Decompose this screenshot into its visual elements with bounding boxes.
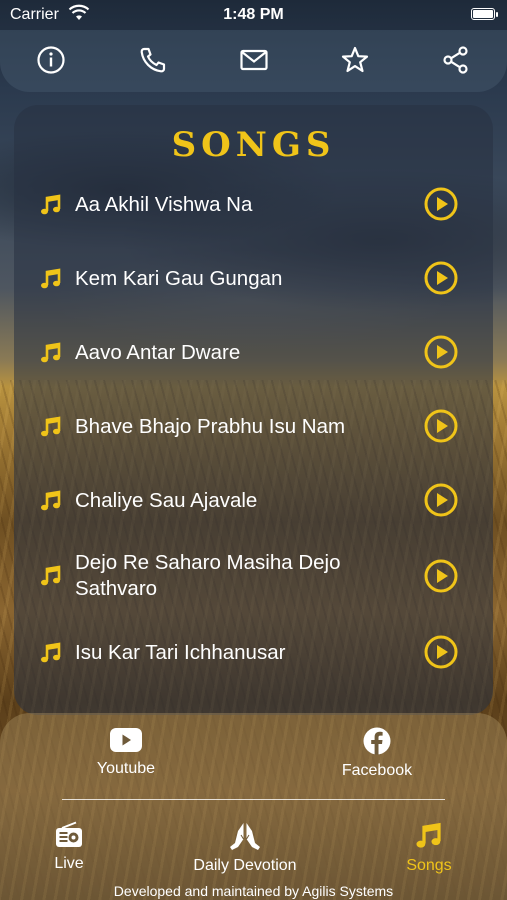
song-title: Aavo Antar Dware	[75, 341, 241, 364]
song-item[interactable]: Kem Kari Gau Gungan	[14, 249, 493, 309]
facebook-label: Facebook	[341, 762, 413, 779]
mail-icon[interactable]	[238, 44, 270, 76]
tab-label: Daily Devotion	[193, 857, 297, 874]
clock: 1:48 PM	[223, 6, 284, 23]
music-note-icon	[41, 268, 61, 289]
song-item[interactable]: Dejo Re Saharo Masiha Dejo Sathvaro	[14, 545, 493, 625]
song-item[interactable]: Chaliye Sau Ajavale	[14, 471, 493, 531]
radio-icon	[56, 821, 82, 847]
youtube-label: Youtube	[96, 760, 156, 777]
song-title: Kem Kari Gau Gungan	[75, 267, 283, 290]
youtube-link[interactable]: Youtube	[56, 727, 196, 778]
battery-icon	[471, 8, 498, 20]
play-icon[interactable]	[424, 187, 458, 221]
play-icon[interactable]	[424, 559, 458, 593]
info-icon[interactable]	[35, 44, 67, 76]
song-item[interactable]: Isu Kar Tari Ichhanusar	[14, 623, 493, 683]
bottom-bar: Youtube Facebook Live Daily Devotion Son…	[0, 713, 507, 900]
song-item[interactable]: Aa Akhil Vishwa Na	[14, 175, 493, 235]
song-title: Isu Kar Tari Ichhanusar	[75, 641, 286, 664]
divider	[62, 799, 445, 800]
status-bar: Carrier 1:48 PM	[0, 0, 507, 30]
top-toolbar	[0, 30, 507, 92]
song-title: Aa Akhil Vishwa Na	[75, 193, 253, 216]
song-title: Bhave Bhajo Prabhu Isu Nam	[75, 415, 346, 438]
music-note-icon	[41, 416, 61, 437]
facebook-link[interactable]: Facebook	[307, 727, 447, 780]
play-icon[interactable]	[424, 409, 458, 443]
phone-icon[interactable]	[137, 44, 169, 76]
song-title: Dejo Re Saharo Masiha Dejo Sathvaro	[75, 551, 341, 600]
facebook-icon	[363, 727, 391, 755]
song-item[interactable]: Aavo Antar Dware	[14, 323, 493, 383]
footer-credit: Developed and maintained by Agilis Syste…	[113, 883, 394, 899]
music-note-icon	[41, 490, 61, 511]
youtube-icon	[110, 728, 142, 752]
song-item[interactable]: Bhave Bhajo Prabhu Isu Nam	[14, 397, 493, 457]
tab-songs[interactable]: Songs	[359, 821, 499, 875]
tab-live[interactable]: Live	[0, 821, 139, 873]
tab-daily-devotion[interactable]: Daily Devotion	[175, 821, 315, 875]
music-note-icon	[41, 342, 61, 363]
page-title: SONGS	[171, 125, 336, 165]
play-icon[interactable]	[424, 261, 458, 295]
music-note-icon	[41, 194, 61, 215]
music-note-icon	[41, 565, 61, 586]
songs-panel: SONGS Aa Akhil Vishwa Na Kem Kari Gau Gu…	[14, 105, 493, 715]
music-note-icon	[41, 642, 61, 663]
praying-hands-icon	[230, 823, 260, 850]
share-icon[interactable]	[440, 44, 472, 76]
music-note-icon	[416, 822, 441, 848]
tab-label: Live	[54, 855, 84, 872]
star-icon[interactable]	[339, 44, 371, 76]
play-icon[interactable]	[424, 635, 458, 669]
song-title: Chaliye Sau Ajavale	[75, 489, 258, 512]
play-icon[interactable]	[424, 483, 458, 517]
play-icon[interactable]	[424, 335, 458, 369]
tab-label: Songs	[406, 857, 452, 874]
